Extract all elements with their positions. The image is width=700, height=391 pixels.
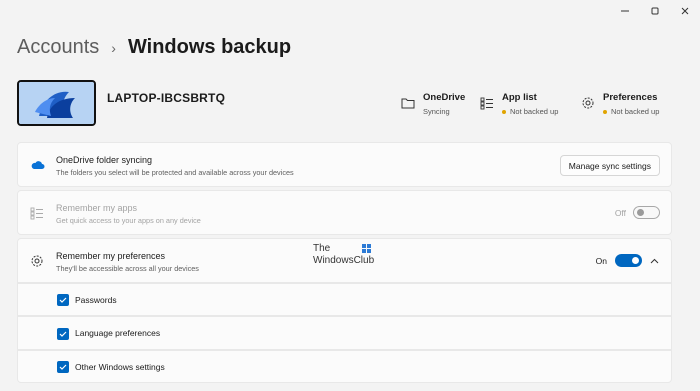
passwords-checkbox[interactable] — [57, 294, 69, 306]
onedrive-status: OneDrive Syncing — [400, 92, 465, 116]
passwords-label: Passwords — [75, 295, 117, 305]
onedrive-sync-card: OneDrive folder syncing The folders you … — [17, 142, 672, 187]
remember-preferences-title: Remember my preferences — [56, 251, 166, 261]
minimize-icon[interactable] — [610, 0, 640, 22]
gear-icon — [580, 95, 596, 111]
preferences-status-title: Preferences — [603, 92, 658, 103]
remember-apps-toggle-label: Off — [614, 208, 626, 218]
remember-apps-card: Remember my apps Get quick access to you… — [17, 190, 672, 235]
remember-apps-title: Remember my apps — [56, 203, 138, 213]
breadcrumb-accounts[interactable]: Accounts — [17, 36, 99, 59]
watermark-line-2: WindowsClub — [313, 255, 375, 266]
onedrive-status-title: OneDrive — [423, 92, 466, 103]
preferences-status-text: Not backed up — [611, 107, 660, 116]
remember-preferences-description: They'll be accessible across all your de… — [56, 264, 199, 273]
remember-preferences-toggle[interactable] — [615, 254, 642, 267]
folder-icon — [400, 95, 416, 111]
remember-preferences-toggle-label: On — [595, 256, 607, 266]
gear-icon — [29, 253, 45, 269]
language-preferences-label: Language preferences — [75, 328, 161, 338]
other-windows-settings-label: Other Windows settings — [75, 362, 165, 372]
breadcrumb: Accounts › Windows backup — [17, 36, 291, 59]
app-list-status-text: Not backed up — [510, 107, 559, 116]
app-list-icon — [29, 205, 45, 221]
device-wallpaper-thumbnail — [17, 80, 96, 126]
preference-item-language: Language preferences — [17, 316, 672, 350]
warning-dot-icon — [603, 109, 607, 114]
language-preferences-checkbox[interactable] — [57, 328, 69, 340]
manage-sync-settings-button[interactable]: Manage sync settings — [559, 155, 660, 176]
preferences-status: Preferences Not backed up — [580, 92, 659, 116]
app-list-status-title: App list — [502, 92, 537, 103]
app-list-status: App list Not backed up — [479, 92, 558, 116]
window-controls — [610, 0, 700, 22]
page-title: Windows backup — [127, 36, 292, 58]
preference-item-other: Other Windows settings — [17, 350, 672, 383]
app-list-icon — [479, 95, 495, 111]
preference-item-passwords: Passwords — [17, 283, 672, 316]
watermark-logo-icon — [362, 244, 371, 253]
warning-dot-icon — [502, 109, 506, 114]
device-name: LAPTOP-IBCSBRTQ — [107, 91, 226, 105]
onedrive-sync-title: OneDrive folder syncing — [56, 155, 153, 165]
maximize-icon[interactable] — [640, 0, 670, 22]
remember-apps-description: Get quick access to your apps on any dev… — [56, 216, 201, 225]
onedrive-sync-description: The folders you select will be protected… — [56, 168, 294, 177]
chevron-up-icon[interactable] — [648, 255, 660, 267]
close-icon[interactable] — [670, 0, 700, 22]
other-windows-settings-checkbox[interactable] — [57, 361, 69, 373]
breadcrumb-separator: › — [111, 39, 116, 56]
remember-apps-toggle[interactable] — [633, 206, 660, 219]
onedrive-status-text: Syncing — [423, 107, 450, 116]
cloud-icon — [29, 157, 45, 173]
